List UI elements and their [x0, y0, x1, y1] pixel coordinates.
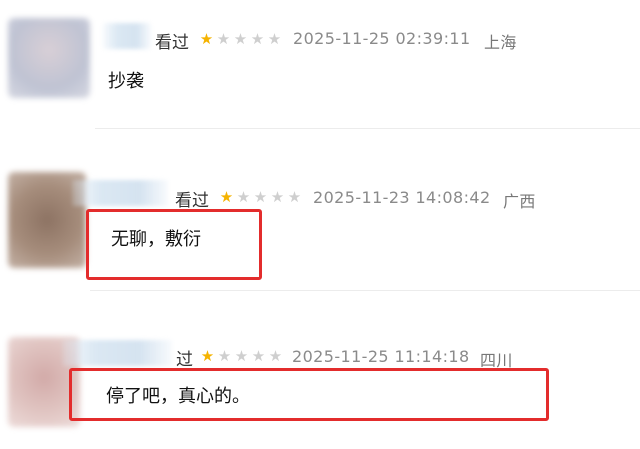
avatar[interactable]: [8, 18, 90, 98]
username-blurred[interactable]: [72, 180, 168, 206]
star-empty-icon: ★: [253, 188, 268, 206]
divider: [95, 128, 640, 129]
rating-stars: ★ ★ ★ ★ ★: [218, 188, 303, 206]
star-empty-icon: ★: [236, 188, 251, 206]
divider: [90, 290, 640, 291]
star-filled-icon: ★: [200, 347, 215, 365]
highlight-box: [86, 209, 262, 280]
star-filled-icon: ★: [199, 30, 214, 48]
username-blurred[interactable]: [103, 23, 151, 49]
star-empty-icon: ★: [267, 30, 282, 48]
star-empty-icon: ★: [216, 30, 231, 48]
comment-date: 2025-11-25 11:14:18: [292, 347, 470, 366]
highlight-box: [69, 368, 549, 421]
comment-text: 抄袭: [108, 71, 144, 92]
star-empty-icon: ★: [287, 188, 302, 206]
star-empty-icon: ★: [233, 30, 248, 48]
rating-stars: ★ ★ ★ ★ ★: [199, 347, 284, 365]
star-empty-icon: ★: [217, 347, 232, 365]
comment-region: 广西: [503, 192, 536, 211]
comment-date: 2025-11-25 02:39:11: [293, 29, 471, 48]
star-empty-icon: ★: [250, 30, 265, 48]
watch-status: 过: [176, 350, 193, 370]
comment-region: 上海: [484, 33, 517, 52]
star-empty-icon: ★: [268, 347, 283, 365]
star-empty-icon: ★: [270, 188, 285, 206]
star-filled-icon: ★: [219, 188, 234, 206]
username-blurred[interactable]: [62, 340, 172, 366]
rating-stars: ★ ★ ★ ★ ★: [198, 30, 283, 48]
star-empty-icon: ★: [234, 347, 249, 365]
star-empty-icon: ★: [251, 347, 266, 365]
comment-date: 2025-11-23 14:08:42: [313, 188, 491, 207]
watch-status: 看过: [175, 191, 209, 211]
watch-status: 看过: [155, 33, 189, 53]
